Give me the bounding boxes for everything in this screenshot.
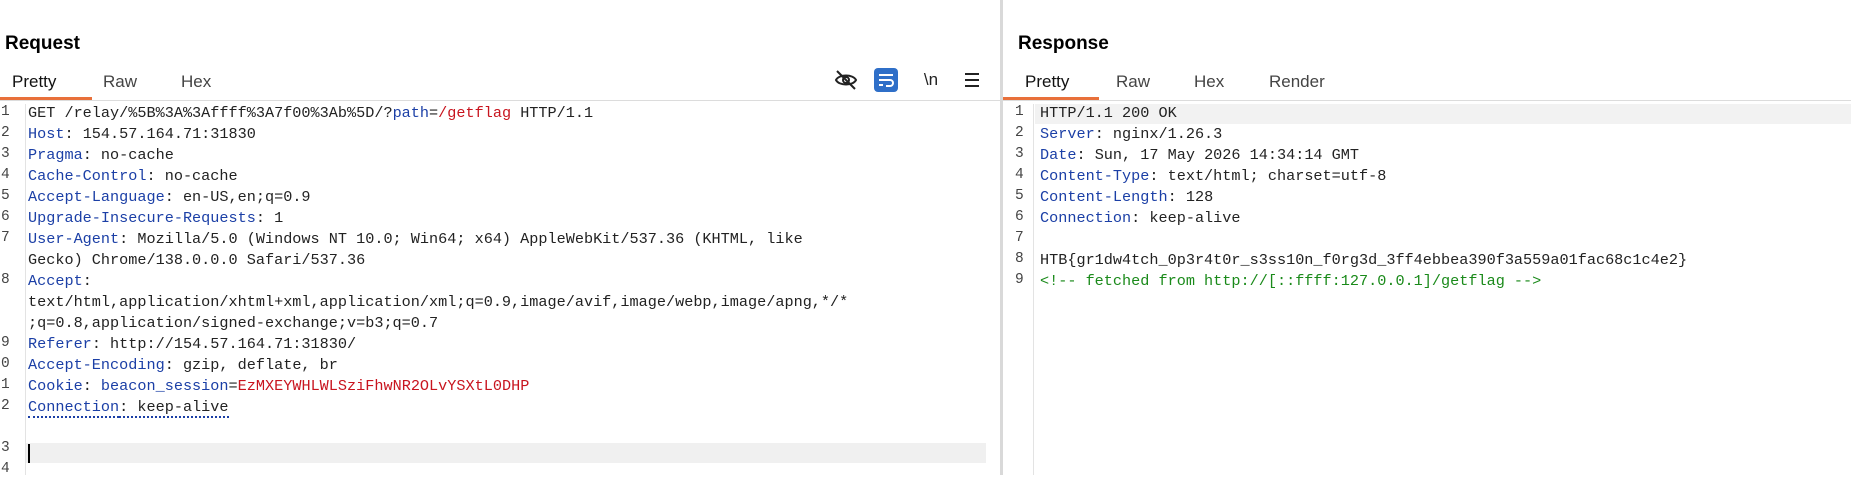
line-number: 2 [1,125,10,141]
response-body-comment: <!-- fetched from http://[::ffff:127.0.0… [1040,272,1542,290]
header-connection: Connection: keep-alive [1040,209,1241,227]
line-number: 6 [1015,209,1024,225]
header-connection: Connection: keep-alive [28,398,229,418]
header-user-agent-cont: Gecko) Chrome/138.0.0.0 Safari/537.36 [28,251,366,269]
response-editor[interactable]: 1 2 3 4 5 6 7 8 9 HTTP/1.1 200 OK Server… [1003,104,1851,475]
text-caret [28,444,30,463]
line-gutter: 1 2 3 4 5 6 7 8 9 0 1 2 3 4 [0,104,26,477]
line-number: 3 [1,440,10,456]
header-user-agent: User-Agent: Mozilla/5.0 (Windows NT 10.0… [28,230,803,248]
header-host: Host: 154.57.164.71:31830 [28,125,256,143]
tab-pretty[interactable]: Pretty [1025,72,1069,92]
response-title: Response [1018,33,1109,54]
line-number: 3 [1015,146,1024,162]
request-pane: Request Pretty Raw Hex \n 1 2 3 4 5 6 7 … [0,0,1001,477]
request-editor[interactable]: 1 2 3 4 5 6 7 8 9 0 1 2 3 4 GET /relay/%… [0,104,1001,477]
current-line-highlight [26,443,986,463]
header-date: Date: Sun, 17 May 2026 14:34:14 GMT [1040,146,1360,164]
hide-nonprintable-icon[interactable] [834,68,858,92]
line-number: 7 [1,230,10,246]
line-number: 1 [1015,104,1024,120]
response-body-flag: HTB{gr1dw4tch_0p3r4t0r_s3ss10n_f0rg3d_3f… [1040,251,1688,269]
line-number: 6 [1,209,10,225]
tabs-border [1003,100,1851,101]
status-line: HTTP/1.1 200 OK [1040,104,1177,122]
line-number: 2 [1015,125,1024,141]
header-accept-language: Accept-Language: en-US,en;q=0.9 [28,188,311,206]
line-number: 4 [1015,167,1024,183]
wrap-lines-icon[interactable] [874,68,898,92]
line-number: 2 [1,398,10,414]
line-number: 0 [1,356,10,372]
header-referer: Referer: http://154.57.164.71:31830/ [28,335,357,353]
tab-render[interactable]: Render [1269,72,1325,92]
header-pragma: Pragma: no-cache [28,146,174,164]
menu-icon[interactable] [960,68,984,92]
line-number: 9 [1,335,10,351]
response-tabs: Pretty Raw Hex Render [1003,72,1851,102]
tab-hex[interactable]: Hex [1194,72,1224,92]
tab-raw[interactable]: Raw [103,72,137,92]
tab-pretty[interactable]: Pretty [12,72,56,92]
request-title: Request [5,33,80,54]
show-newlines-button[interactable]: \n [919,68,943,92]
tabs-border [0,100,1001,101]
line-number: 4 [1,167,10,183]
tab-hex[interactable]: Hex [181,72,211,92]
request-line: GET /relay/%5B%3A%3Affff%3A7f00%3Ab%5D/?… [28,104,594,122]
header-content-type: Content-Type: text/html; charset=utf-8 [1040,167,1387,185]
line-number: 1 [1,104,10,120]
header-content-length: Content-Length: 128 [1040,188,1214,206]
line-number: 8 [1,272,10,288]
line-gutter: 1 2 3 4 5 6 7 8 9 [1003,104,1034,475]
header-accept-encoding: Accept-Encoding: gzip, deflate, br [28,356,338,374]
line-number: 1 [1,377,10,393]
line-number: 7 [1015,230,1024,246]
line-number: 5 [1,188,10,204]
header-accept: Accept: [28,272,92,290]
header-server: Server: nginx/1.26.3 [1040,125,1223,143]
header-cookie: Cookie: beacon_session=EzMXEYWHLWLSziFhw… [28,377,530,395]
tab-raw[interactable]: Raw [1116,72,1150,92]
response-pane: Response Pretty Raw Hex Render 1 2 3 4 5… [1003,0,1851,475]
header-accept-cont: ;q=0.8,application/signed-exchange;v=b3;… [28,314,439,332]
line-number: 8 [1015,251,1024,267]
line-number: 3 [1,146,10,162]
header-accept-cont: text/html,application/xhtml+xml,applicat… [28,293,849,311]
line-number: 5 [1015,188,1024,204]
header-cache-control: Cache-Control: no-cache [28,167,238,185]
header-upgrade-insecure: Upgrade-Insecure-Requests: 1 [28,209,284,227]
line-number: 9 [1015,272,1024,288]
